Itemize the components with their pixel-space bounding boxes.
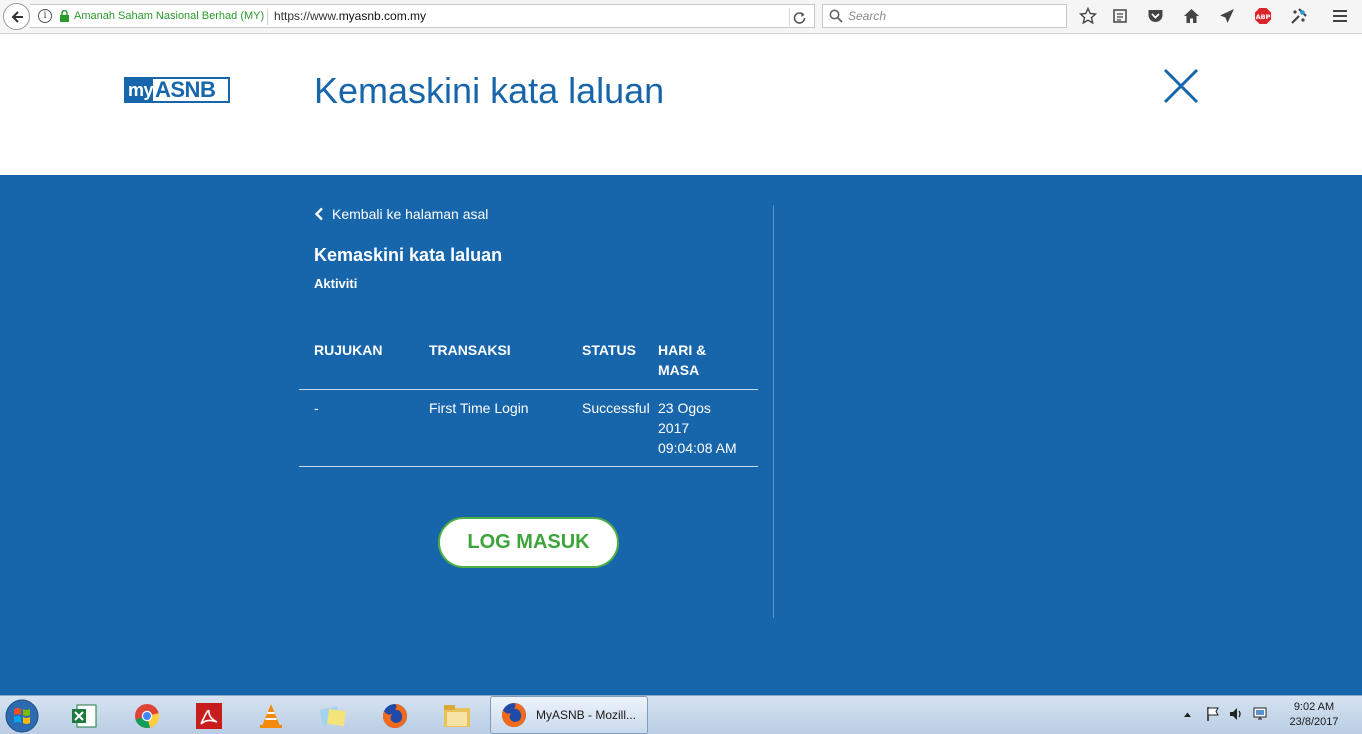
- firefox-icon[interactable]: [376, 697, 414, 734]
- url-domain: myasnb.com.my: [338, 9, 427, 23]
- firefox-icon: [501, 703, 526, 727]
- table-bottom-divider: [299, 466, 758, 467]
- search-placeholder: Search: [848, 9, 887, 23]
- column-header-hari-masa: HARI & MASA: [658, 342, 707, 378]
- back-button[interactable]: [3, 3, 30, 30]
- section-subtitle: Aktiviti: [314, 276, 358, 291]
- table-header-divider: [299, 389, 758, 390]
- acrobat-reader-icon[interactable]: [190, 697, 228, 734]
- extension-icon[interactable]: [1289, 6, 1309, 26]
- page-header: [0, 35, 1362, 175]
- page-title: Kemaskini kata laluan: [314, 70, 665, 111]
- vertical-divider: [773, 205, 774, 618]
- home-icon[interactable]: [1181, 6, 1201, 26]
- chevron-left-icon: [314, 207, 323, 221]
- logo-my-text: my: [128, 79, 154, 100]
- sticky-notes-icon[interactable]: [314, 697, 352, 734]
- reload-icon[interactable]: [789, 8, 809, 26]
- volume-icon[interactable]: [1228, 706, 1244, 722]
- task-label: MyASNB - Mozill...: [536, 708, 637, 722]
- action-center-flag-icon[interactable]: [1205, 706, 1221, 722]
- windows-logo-icon: [5, 699, 39, 732]
- vlc-icon[interactable]: [252, 697, 290, 734]
- cell-year: 2017: [658, 420, 690, 436]
- search-input[interactable]: Search: [822, 4, 1067, 28]
- back-to-home-link[interactable]: Kembali ke halaman asal: [314, 206, 488, 222]
- svg-text:ABP: ABP: [1256, 13, 1271, 21]
- close-icon[interactable]: [1160, 66, 1202, 106]
- url-bar[interactable]: i Amanah Saham Nasional Berhad (MY) http…: [30, 4, 815, 28]
- back-arrow-icon: [11, 10, 23, 23]
- clock[interactable]: 9:02 AM 23/8/2017: [1278, 700, 1350, 730]
- browser-toolbar: i Amanah Saham Nasional Berhad (MY) http…: [0, 0, 1362, 34]
- bookmark-star-icon[interactable]: [1078, 6, 1098, 26]
- cell-date: 23 Ogos: [658, 400, 711, 416]
- site-identity[interactable]: Amanah Saham Nasional Berhad (MY): [74, 10, 264, 22]
- column-header-transaksi: TRANSAKSI: [429, 342, 511, 358]
- section-title: Kemaskini kata laluan: [314, 245, 503, 265]
- url-text[interactable]: https://www.myasnb.com.my: [274, 9, 426, 23]
- info-icon[interactable]: i: [38, 9, 52, 23]
- cell-time: 09:04:08 AM: [658, 440, 737, 456]
- myasnb-logo[interactable]: my ASNB: [124, 77, 230, 103]
- search-icon: [829, 9, 843, 23]
- column-header-status: STATUS: [582, 342, 636, 358]
- cell-status: Successful: [582, 400, 650, 416]
- pocket-icon[interactable]: [1145, 6, 1165, 26]
- chrome-icon[interactable]: [128, 697, 166, 734]
- lock-icon: [60, 10, 69, 22]
- bookmarks-list-icon[interactable]: [1110, 6, 1130, 26]
- send-icon[interactable]: [1217, 6, 1237, 26]
- clock-date: 23/8/2017: [1289, 716, 1339, 728]
- file-explorer-icon[interactable]: [438, 697, 476, 734]
- cell-rujukan: -: [314, 400, 319, 416]
- network-icon[interactable]: [1252, 706, 1268, 722]
- back-link-label: Kembali ke halaman asal: [332, 206, 489, 222]
- cell-hari-masa: 23 Ogos 2017 09:04:08 AM: [658, 398, 737, 458]
- adblock-icon[interactable]: ABP: [1253, 6, 1273, 26]
- logo-asnb-text: ASNB: [153, 79, 228, 101]
- main-content: Kembali ke halaman asal Kemaskini kata l…: [0, 175, 1362, 695]
- firefox-task-button[interactable]: MyASNB - Mozill...: [490, 696, 648, 734]
- url-separator: [267, 9, 268, 25]
- url-prefix: https://www.: [274, 9, 339, 23]
- start-button[interactable]: [2, 697, 42, 734]
- log-masuk-button[interactable]: LOG MASUK: [438, 517, 619, 568]
- cell-transaksi: First Time Login: [429, 400, 529, 416]
- excel-icon[interactable]: [65, 697, 103, 734]
- clock-time: 9:02 AM: [1293, 701, 1335, 713]
- show-hidden-icons-icon[interactable]: [1183, 711, 1192, 718]
- column-header-rujukan: RUJUKAN: [314, 342, 383, 358]
- taskbar: MyASNB - Mozill... 9:02 AM 23/8/2017: [0, 695, 1362, 734]
- hamburger-menu-icon[interactable]: [1330, 6, 1350, 26]
